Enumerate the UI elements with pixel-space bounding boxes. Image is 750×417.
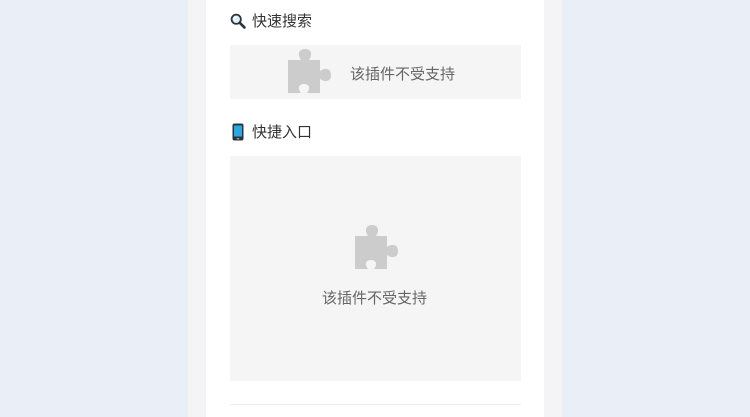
section-title-text: 快捷入口 [252, 123, 313, 141]
unsupported-plugin-message: 该插件不受支持 [322, 289, 428, 307]
puzzle-piece-icon [288, 49, 331, 93]
unsupported-plugin-message: 该插件不受支持 [350, 65, 456, 83]
section-title-text: 快速搜索 [252, 12, 313, 30]
unsupported-plugin-quick-search: 该插件不受支持 [230, 45, 521, 99]
unsupported-plugin-quick-access: 该插件不受支持 [230, 156, 521, 381]
magnifier-icon [230, 12, 246, 30]
mobile-phone-icon [230, 123, 246, 141]
section-title-quick-search: 快速搜索 [230, 11, 312, 31]
puzzle-piece-icon [355, 225, 398, 269]
section-title-quick-access: 快捷入口 [230, 122, 312, 142]
page: 快速搜索 该插件不受支持 快捷入口 该插件不受支持 [0, 0, 750, 417]
section-divider [230, 404, 521, 405]
